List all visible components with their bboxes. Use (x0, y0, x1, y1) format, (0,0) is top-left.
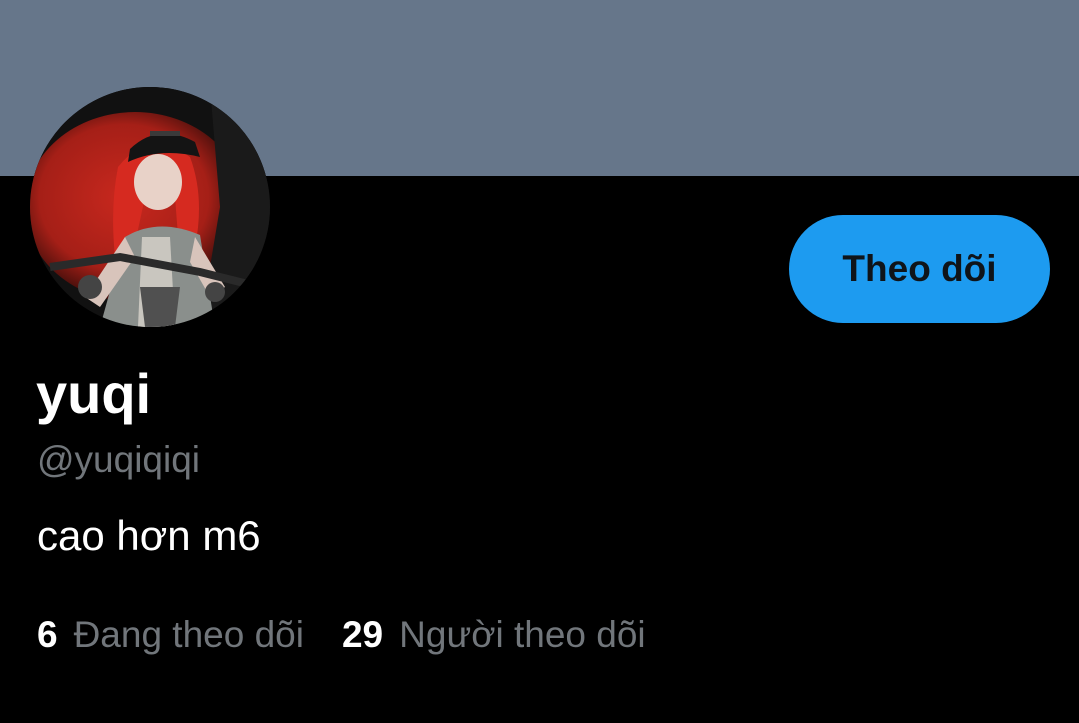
follow-stats: 6 Đang theo dõi 29 Người theo dõi (37, 612, 646, 658)
avatar[interactable] (30, 87, 270, 327)
user-handle: @yuqiqiqi (37, 439, 201, 480)
profile-bio: cao hơn m6 (37, 512, 261, 559)
following-count: 6 (37, 614, 58, 655)
followers-stat-link[interactable]: 29 Người theo dõi (342, 612, 646, 658)
following-stat-link[interactable]: 6 Đang theo dõi (37, 612, 304, 658)
followers-label: Người theo dõi (399, 614, 646, 655)
profile-photo-icon (30, 87, 270, 327)
following-label: Đang theo dõi (73, 614, 304, 655)
display-name: yuqi (36, 362, 152, 425)
profile-page: Theo dõi yuqi @yuqiqiqi cao hơn m6 6 Đan… (0, 0, 1079, 723)
follow-button[interactable]: Theo dõi (789, 215, 1050, 323)
followers-count: 29 (341, 614, 384, 655)
